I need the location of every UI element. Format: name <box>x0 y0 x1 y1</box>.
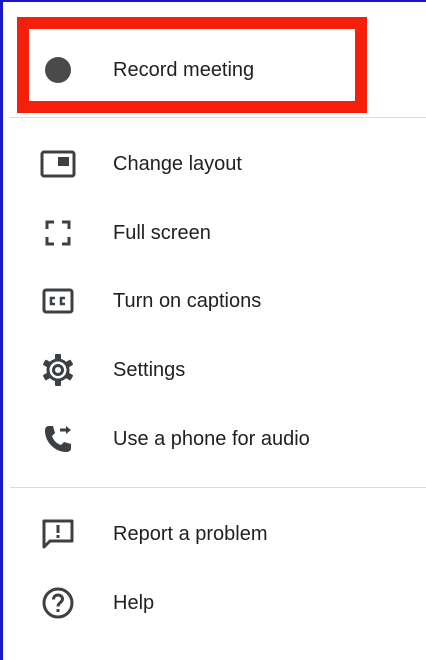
captions-icon <box>40 283 76 319</box>
menu-item-turn-on-captions[interactable]: Turn on captions <box>10 271 426 331</box>
menu-item-change-layout[interactable]: Change layout <box>10 134 426 194</box>
menu-item-label: Report a problem <box>113 523 268 545</box>
menu-item-label: Help <box>113 592 155 614</box>
menu-item-label: Change layout <box>113 153 242 175</box>
change-layout-icon <box>40 146 76 182</box>
menu-divider <box>10 487 426 488</box>
menu-divider <box>10 117 426 118</box>
record-dot-icon <box>40 52 76 88</box>
menu-item-full-screen[interactable]: Full screen <box>10 203 426 263</box>
more-options-menu: Record meeting Change layout Full screen <box>10 10 426 660</box>
menu-item-label: Full screen <box>113 222 211 244</box>
menu-item-help[interactable]: Help <box>10 573 426 633</box>
help-icon <box>40 585 76 621</box>
menu-item-report-problem[interactable]: Report a problem <box>10 504 426 564</box>
gear-icon <box>40 352 76 388</box>
menu-item-label: Turn on captions <box>113 290 262 312</box>
menu-item-phone-audio[interactable]: Use a phone for audio <box>10 409 426 469</box>
menu-item-record-meeting[interactable]: Record meeting <box>10 40 426 100</box>
menu-item-settings[interactable]: Settings <box>10 340 426 400</box>
full-screen-icon <box>40 215 76 251</box>
menu-item-label: Record meeting <box>113 59 255 81</box>
report-problem-icon <box>40 516 76 552</box>
phone-audio-icon <box>40 421 76 457</box>
menu-item-label: Use a phone for audio <box>113 428 310 450</box>
menu-item-label: Settings <box>113 359 186 381</box>
